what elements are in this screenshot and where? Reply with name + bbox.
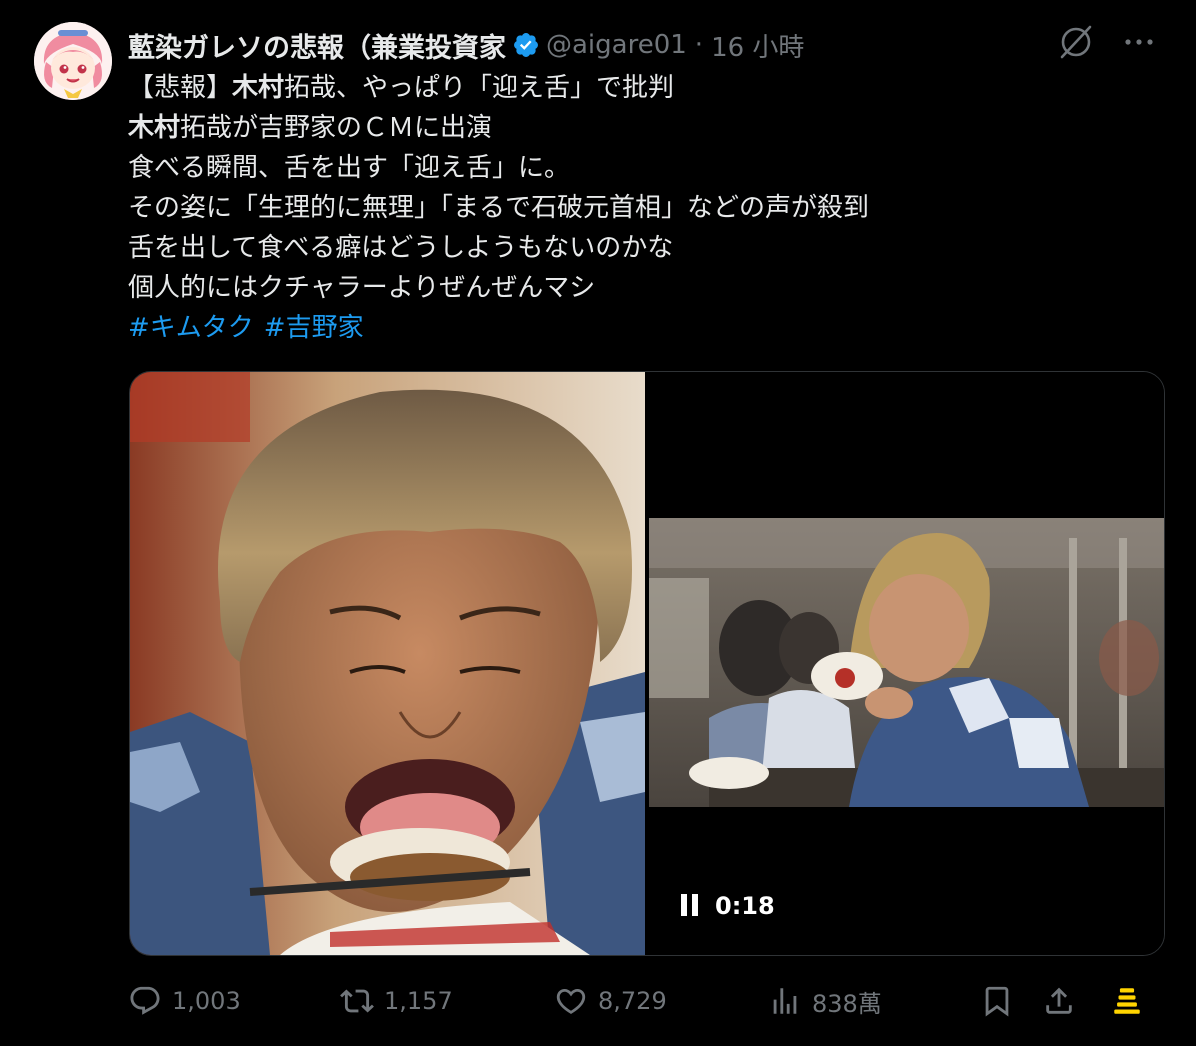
- display-name[interactable]: 藍染ガレソの悲報（兼業投資家: [128, 26, 506, 65]
- tweet-line: 食べる瞬間、舌を出す「迎え舌」に。: [128, 148, 869, 188]
- bookmark-icon: [985, 986, 1009, 1017]
- share-icon: [1046, 987, 1072, 1014]
- like-icon: [556, 988, 586, 1014]
- video-controls: 0:18: [681, 892, 775, 920]
- avatar[interactable]: [34, 22, 112, 100]
- repost-count: 1,157: [384, 987, 453, 1015]
- tweet-line: 【悲報】木村拓哉、やっぱり「迎え舌」で批判: [128, 68, 869, 108]
- tweet-line: その姿に「生理的に無理」「まるで石破元首相」などの声が殺到: [128, 188, 869, 228]
- handle[interactable]: @aigare01: [546, 30, 687, 60]
- line-bold-text: 木村: [232, 73, 285, 103]
- media-container[interactable]: 0:18: [129, 371, 1165, 956]
- views-count: 838萬: [812, 989, 882, 1018]
- line-text: 舌を出して食べる癖はどうしようもないのかな: [128, 233, 674, 263]
- line-text: 個人的にはクチャラーよりぜんぜんマシ: [128, 273, 596, 303]
- action-bar: 1,003 1,157 8,729 838萬: [128, 978, 1148, 1024]
- line-bold-text: 木村: [128, 113, 181, 143]
- line-text: 食べる瞬間、舌を出す「迎え舌」に。: [128, 153, 571, 183]
- repost-button[interactable]: 1,157: [340, 978, 453, 1024]
- pause-icon[interactable]: [681, 894, 701, 918]
- views-icon: [773, 988, 797, 1014]
- header-separator: ·: [694, 30, 704, 60]
- eating-closeup-image: [130, 372, 645, 955]
- tweet[interactable]: 藍染ガレソの悲報（兼業投資家 @aigare01 · 16 小時 【悲報】木村拓…: [0, 0, 1196, 1046]
- like-button[interactable]: 8,729: [554, 978, 667, 1024]
- tweet-header: 藍染ガレソの悲報（兼業投資家 @aigare01 · 16 小時: [128, 26, 804, 64]
- reply-icon: [130, 986, 160, 1015]
- tweet-line: 個人的にはクチャラーよりぜんぜんマシ: [128, 268, 869, 308]
- line-text: その姿に「生理的に無理」「まるで石破元首相」などの声が殺到: [128, 193, 870, 223]
- more-icon[interactable]: [1124, 37, 1154, 47]
- hashtag-link[interactable]: #キムタク: [128, 313, 254, 343]
- timestamp[interactable]: 16 小時: [711, 27, 804, 64]
- hashtag-link[interactable]: #吉野家: [264, 313, 364, 343]
- hashtags: #キムタク #吉野家: [128, 308, 869, 348]
- premium-stack-icon: [1114, 988, 1140, 1014]
- repost-icon: [340, 989, 374, 1013]
- line-text: 拓哉、やっぱり「迎え舌」で批判: [284, 73, 675, 103]
- tweet-text: 【悲報】木村拓哉、やっぱり「迎え舌」で批判 木村拓哉が吉野家のＣＭに出演 食べる…: [128, 68, 869, 348]
- video-still-image: [649, 518, 1164, 807]
- tweet-line: 舌を出して食べる癖はどうしようもないのかな: [128, 228, 869, 268]
- video-time: 0:18: [715, 892, 775, 920]
- line-text: 拓哉が吉野家のＣＭに出演: [180, 113, 493, 143]
- share-button[interactable]: [1042, 978, 1076, 1024]
- top-actions: [1058, 24, 1154, 60]
- avatar-illustration: [34, 22, 112, 100]
- media-video-right[interactable]: 0:18: [649, 372, 1164, 955]
- verified-badge-icon[interactable]: [512, 31, 540, 59]
- video-frame[interactable]: [649, 518, 1164, 807]
- views-button[interactable]: 838萬: [768, 978, 882, 1024]
- tweet-line: 木村拓哉が吉野家のＣＭに出演: [128, 108, 869, 148]
- reply-button[interactable]: 1,003: [128, 978, 241, 1024]
- like-count: 8,729: [598, 987, 667, 1015]
- premium-stack-button[interactable]: [1110, 978, 1144, 1024]
- line-text: 【悲報】: [128, 73, 233, 103]
- media-image-left[interactable]: [130, 372, 645, 955]
- bookmark-button[interactable]: [980, 978, 1014, 1024]
- reply-count: 1,003: [172, 987, 241, 1015]
- grok-icon[interactable]: [1058, 24, 1094, 60]
